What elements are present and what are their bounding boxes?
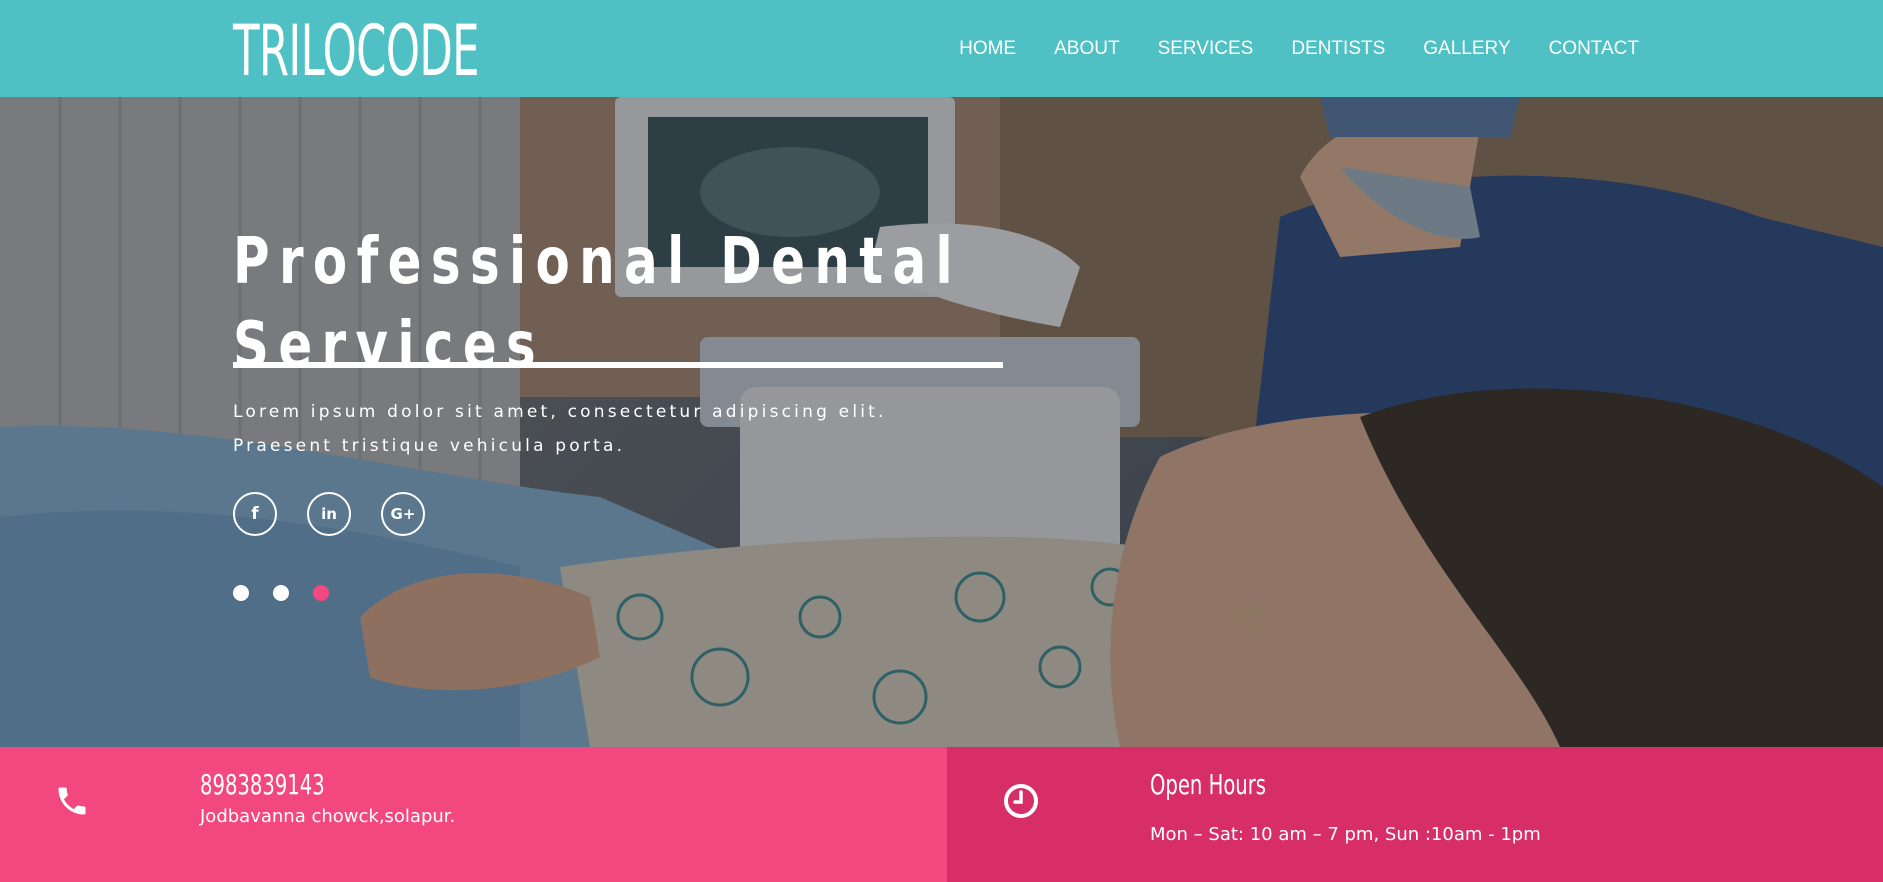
hero-title-line2: Services — [233, 308, 546, 383]
google-plus-icon[interactable]: G+ — [381, 492, 425, 536]
main-nav: HOME ABOUT SERVICES DENTISTS GALLERY CON… — [959, 37, 1639, 61]
open-hours-title: Open Hours — [1150, 768, 1267, 801]
phone-icon — [58, 787, 86, 815]
social-links: f in G+ — [233, 492, 425, 536]
clock-icon — [1004, 784, 1038, 818]
linkedin-icon[interactable]: in — [307, 492, 351, 536]
open-hours-text: Mon – Sat: 10 am – 7 pm, Sun :10am - 1pm — [1150, 824, 1541, 845]
nav-gallery[interactable]: GALLERY — [1423, 37, 1510, 61]
hero-description-line1: Lorem ipsum dolor sit amet, consectetur … — [233, 402, 887, 422]
slider-pagination — [233, 585, 329, 601]
slider-dot-3[interactable] — [313, 585, 329, 601]
nav-dentists[interactable]: DENTISTS — [1291, 37, 1385, 61]
nav-services[interactable]: SERVICES — [1158, 37, 1254, 61]
slider-dot-2[interactable] — [273, 585, 289, 601]
hero-slider: Professional Dental Services Lorem ipsum… — [0, 97, 1883, 747]
site-header: TRILOCODE HOME ABOUT SERVICES DENTISTS G… — [0, 0, 1883, 97]
nav-contact[interactable]: CONTACT — [1549, 37, 1639, 61]
facebook-icon[interactable]: f — [233, 492, 277, 536]
nav-about[interactable]: ABOUT — [1054, 37, 1119, 61]
hero-title-line1: Professional Dental — [233, 224, 962, 299]
contact-info-panel: 8983839143 Jodbavanna chowck,solapur. — [0, 747, 947, 882]
hero-description: Lorem ipsum dolor sit amet, consectetur … — [233, 395, 1013, 463]
slider-dot-1[interactable] — [233, 585, 249, 601]
open-hours-panel: Open Hours Mon – Sat: 10 am – 7 pm, Sun … — [947, 747, 1883, 882]
nav-home[interactable]: HOME — [959, 37, 1016, 61]
hero-divider — [233, 362, 1003, 368]
site-logo[interactable]: TRILOCODE — [233, 8, 480, 94]
contact-address: Jodbavanna chowck,solapur. — [200, 806, 456, 827]
contact-phone[interactable]: 8983839143 — [200, 768, 325, 802]
hero-description-line2: Praesent tristique vehicula porta. — [233, 436, 626, 456]
